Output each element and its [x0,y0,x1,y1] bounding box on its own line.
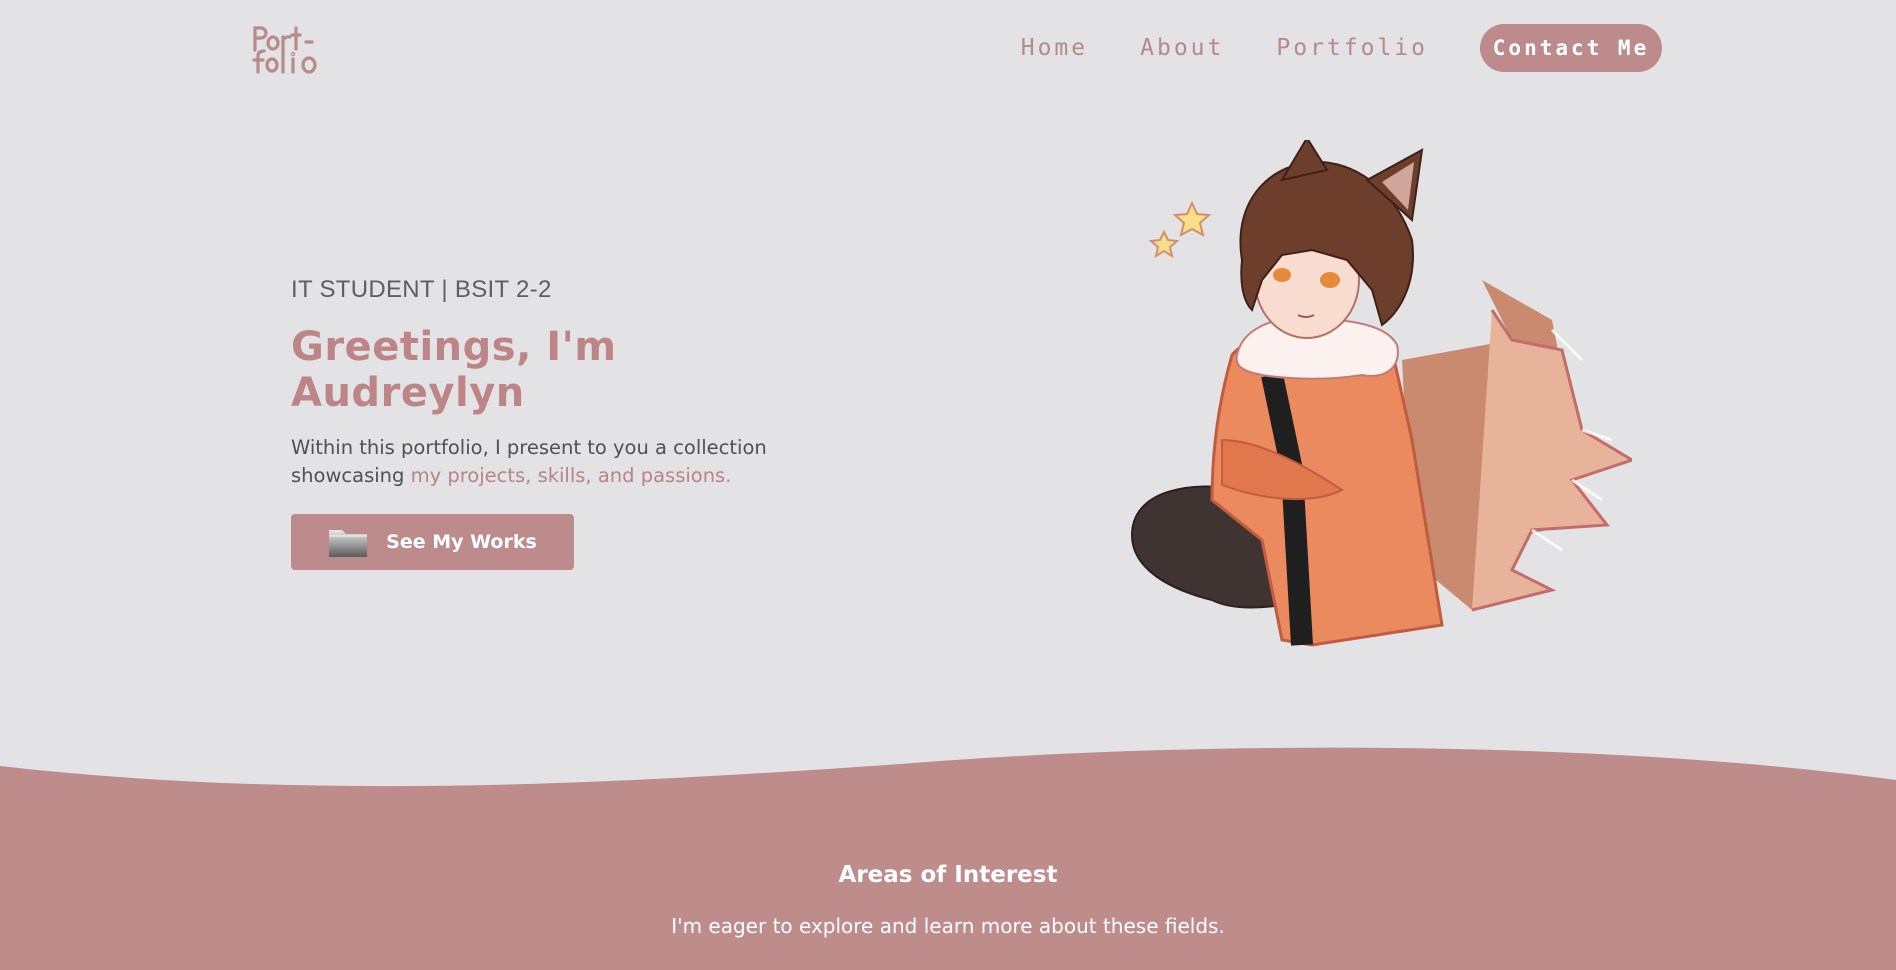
main-nav: Home About Portfolio Contact Me [1021,24,1662,72]
portfolio-logo[interactable] [252,24,324,74]
areas-of-interest-section: Areas of Interest I'm eager to explore a… [0,862,1896,938]
fox-character-illustration [1130,140,1632,647]
hero-description-accent: my projects, skills, and passions. [410,464,732,487]
nav-about-link[interactable]: About [1140,35,1224,61]
hero-description: Within this portfolio, I present to you … [291,434,811,490]
small-star-icon [1148,229,1180,259]
hero-section: IT STUDENT | BSIT 2-2 Greetings, I'm Aud… [291,276,851,570]
folder-icon [329,530,368,557]
see-my-works-button[interactable]: See My Works [291,514,574,570]
hero-title: Greetings, I'm Audreylyn [291,324,617,416]
contact-me-button[interactable]: Contact Me [1480,24,1662,72]
fox-tail [1402,280,1632,612]
nav-home-link[interactable]: Home [1021,35,1088,61]
areas-of-interest-title: Areas of Interest [838,862,1058,888]
areas-of-interest-subtitle: I'm eager to explore and learn more abou… [671,914,1225,938]
see-my-works-label: See My Works [386,531,537,553]
hero-subtitle: IT STUDENT | BSIT 2-2 [291,276,552,303]
star-icon [1172,200,1212,237]
nav-portfolio-link[interactable]: Portfolio [1276,35,1428,61]
page: Home About Portfolio Contact Me IT STUDE… [0,0,1896,970]
